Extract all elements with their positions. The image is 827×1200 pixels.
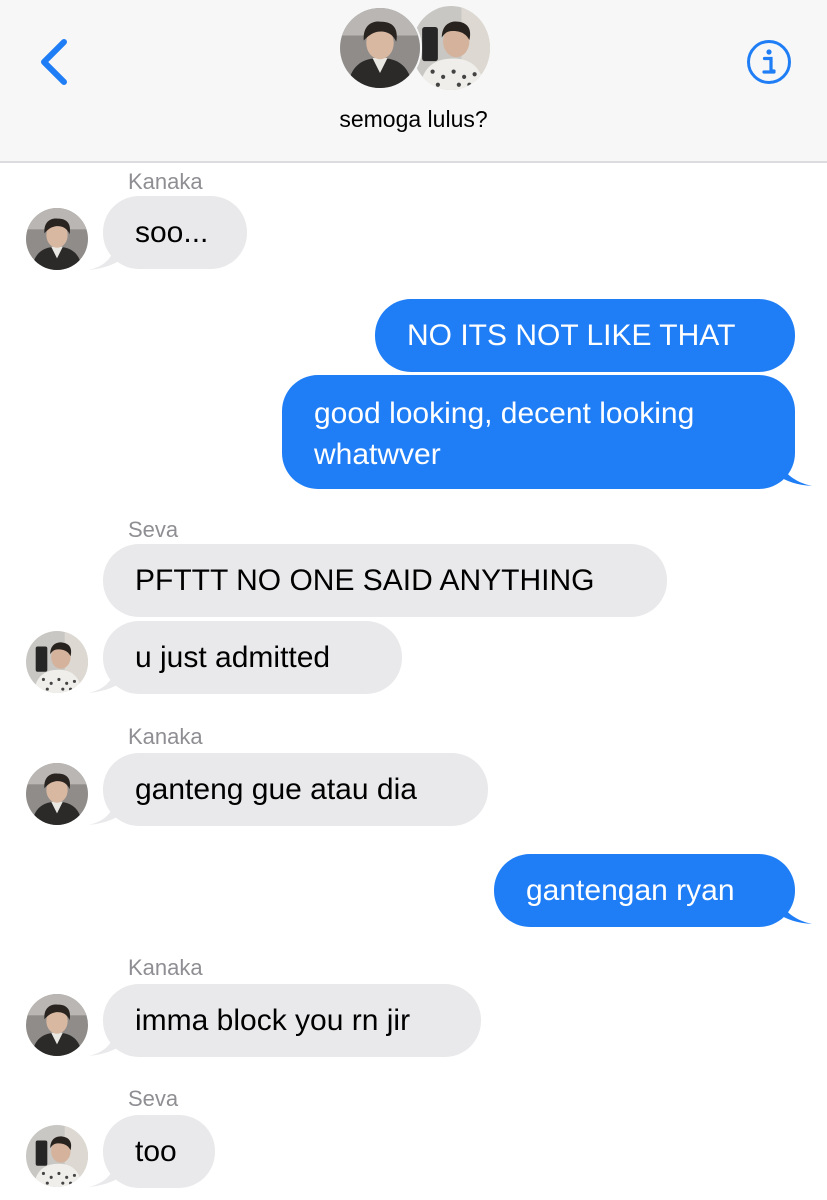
avatar-kanaka[interactable] (26, 994, 88, 1056)
message-bubble[interactable]: ganteng gue atau dia (103, 753, 488, 826)
sender-label: Seva (128, 1086, 179, 1111)
group-avatars[interactable] (338, 6, 490, 92)
bubble-tail (776, 460, 812, 486)
avatar-kanaka[interactable] (26, 763, 88, 825)
avatar-kanaka (338, 6, 422, 90)
message-text: imma block you rn jir (135, 1004, 411, 1037)
message-text: u just admitted (135, 641, 331, 674)
message-bubble[interactable]: PFTTT NO ONE SAID ANYTHING (103, 544, 667, 617)
message-text: too (135, 1135, 177, 1168)
message-bubble[interactable]: NO ITS NOT LIKE THAT (375, 299, 795, 372)
sender-label: Seva (128, 517, 179, 542)
message-text: PFTTT NO ONE SAID ANYTHING (135, 564, 595, 597)
message-text-line: good looking, decent looking (314, 397, 695, 430)
message-bubble[interactable]: gantengan ryan (494, 854, 795, 927)
message-text: ganteng gue atau dia (135, 773, 417, 806)
message-text-line: whatwver (314, 438, 441, 471)
avatar-seva[interactable] (26, 1125, 88, 1187)
message-text: gantengan ryan (526, 874, 735, 907)
avatar-seva (412, 6, 490, 90)
message-text: NO ITS NOT LIKE THAT (407, 319, 736, 352)
bubble-tail (88, 800, 122, 825)
avatar-kanaka[interactable] (26, 208, 88, 270)
chevron-left-icon (41, 39, 67, 85)
bubble-tail (88, 245, 122, 270)
message-bubble[interactable]: imma block you rn jir (103, 984, 481, 1057)
bubble-tail (88, 1162, 122, 1187)
message-text: soo... (135, 216, 209, 249)
sender-label: Kanaka (128, 169, 203, 194)
bubble-tail (88, 1031, 122, 1056)
avatar-seva[interactable] (26, 631, 88, 693)
message-bubble[interactable]: soo... (103, 196, 247, 269)
bubble-tail (776, 898, 812, 924)
sender-label: Kanaka (128, 955, 203, 980)
message-bubble[interactable]: good looking, decent looking whatwver (282, 375, 795, 489)
message-bubble[interactable]: u just admitted (103, 621, 402, 694)
info-button[interactable] (746, 39, 792, 85)
group-name[interactable]: semoga lulus? (0, 106, 827, 133)
message-thread[interactable]: Kanaka soo... NO ITS NOT LIKE THAT good … (0, 163, 827, 1200)
bubble-tail (88, 668, 122, 693)
conversation-header: semoga lulus? (0, 0, 827, 163)
info-circle-icon (747, 40, 791, 84)
sender-label: Kanaka (128, 724, 203, 749)
back-button[interactable] (30, 30, 80, 90)
